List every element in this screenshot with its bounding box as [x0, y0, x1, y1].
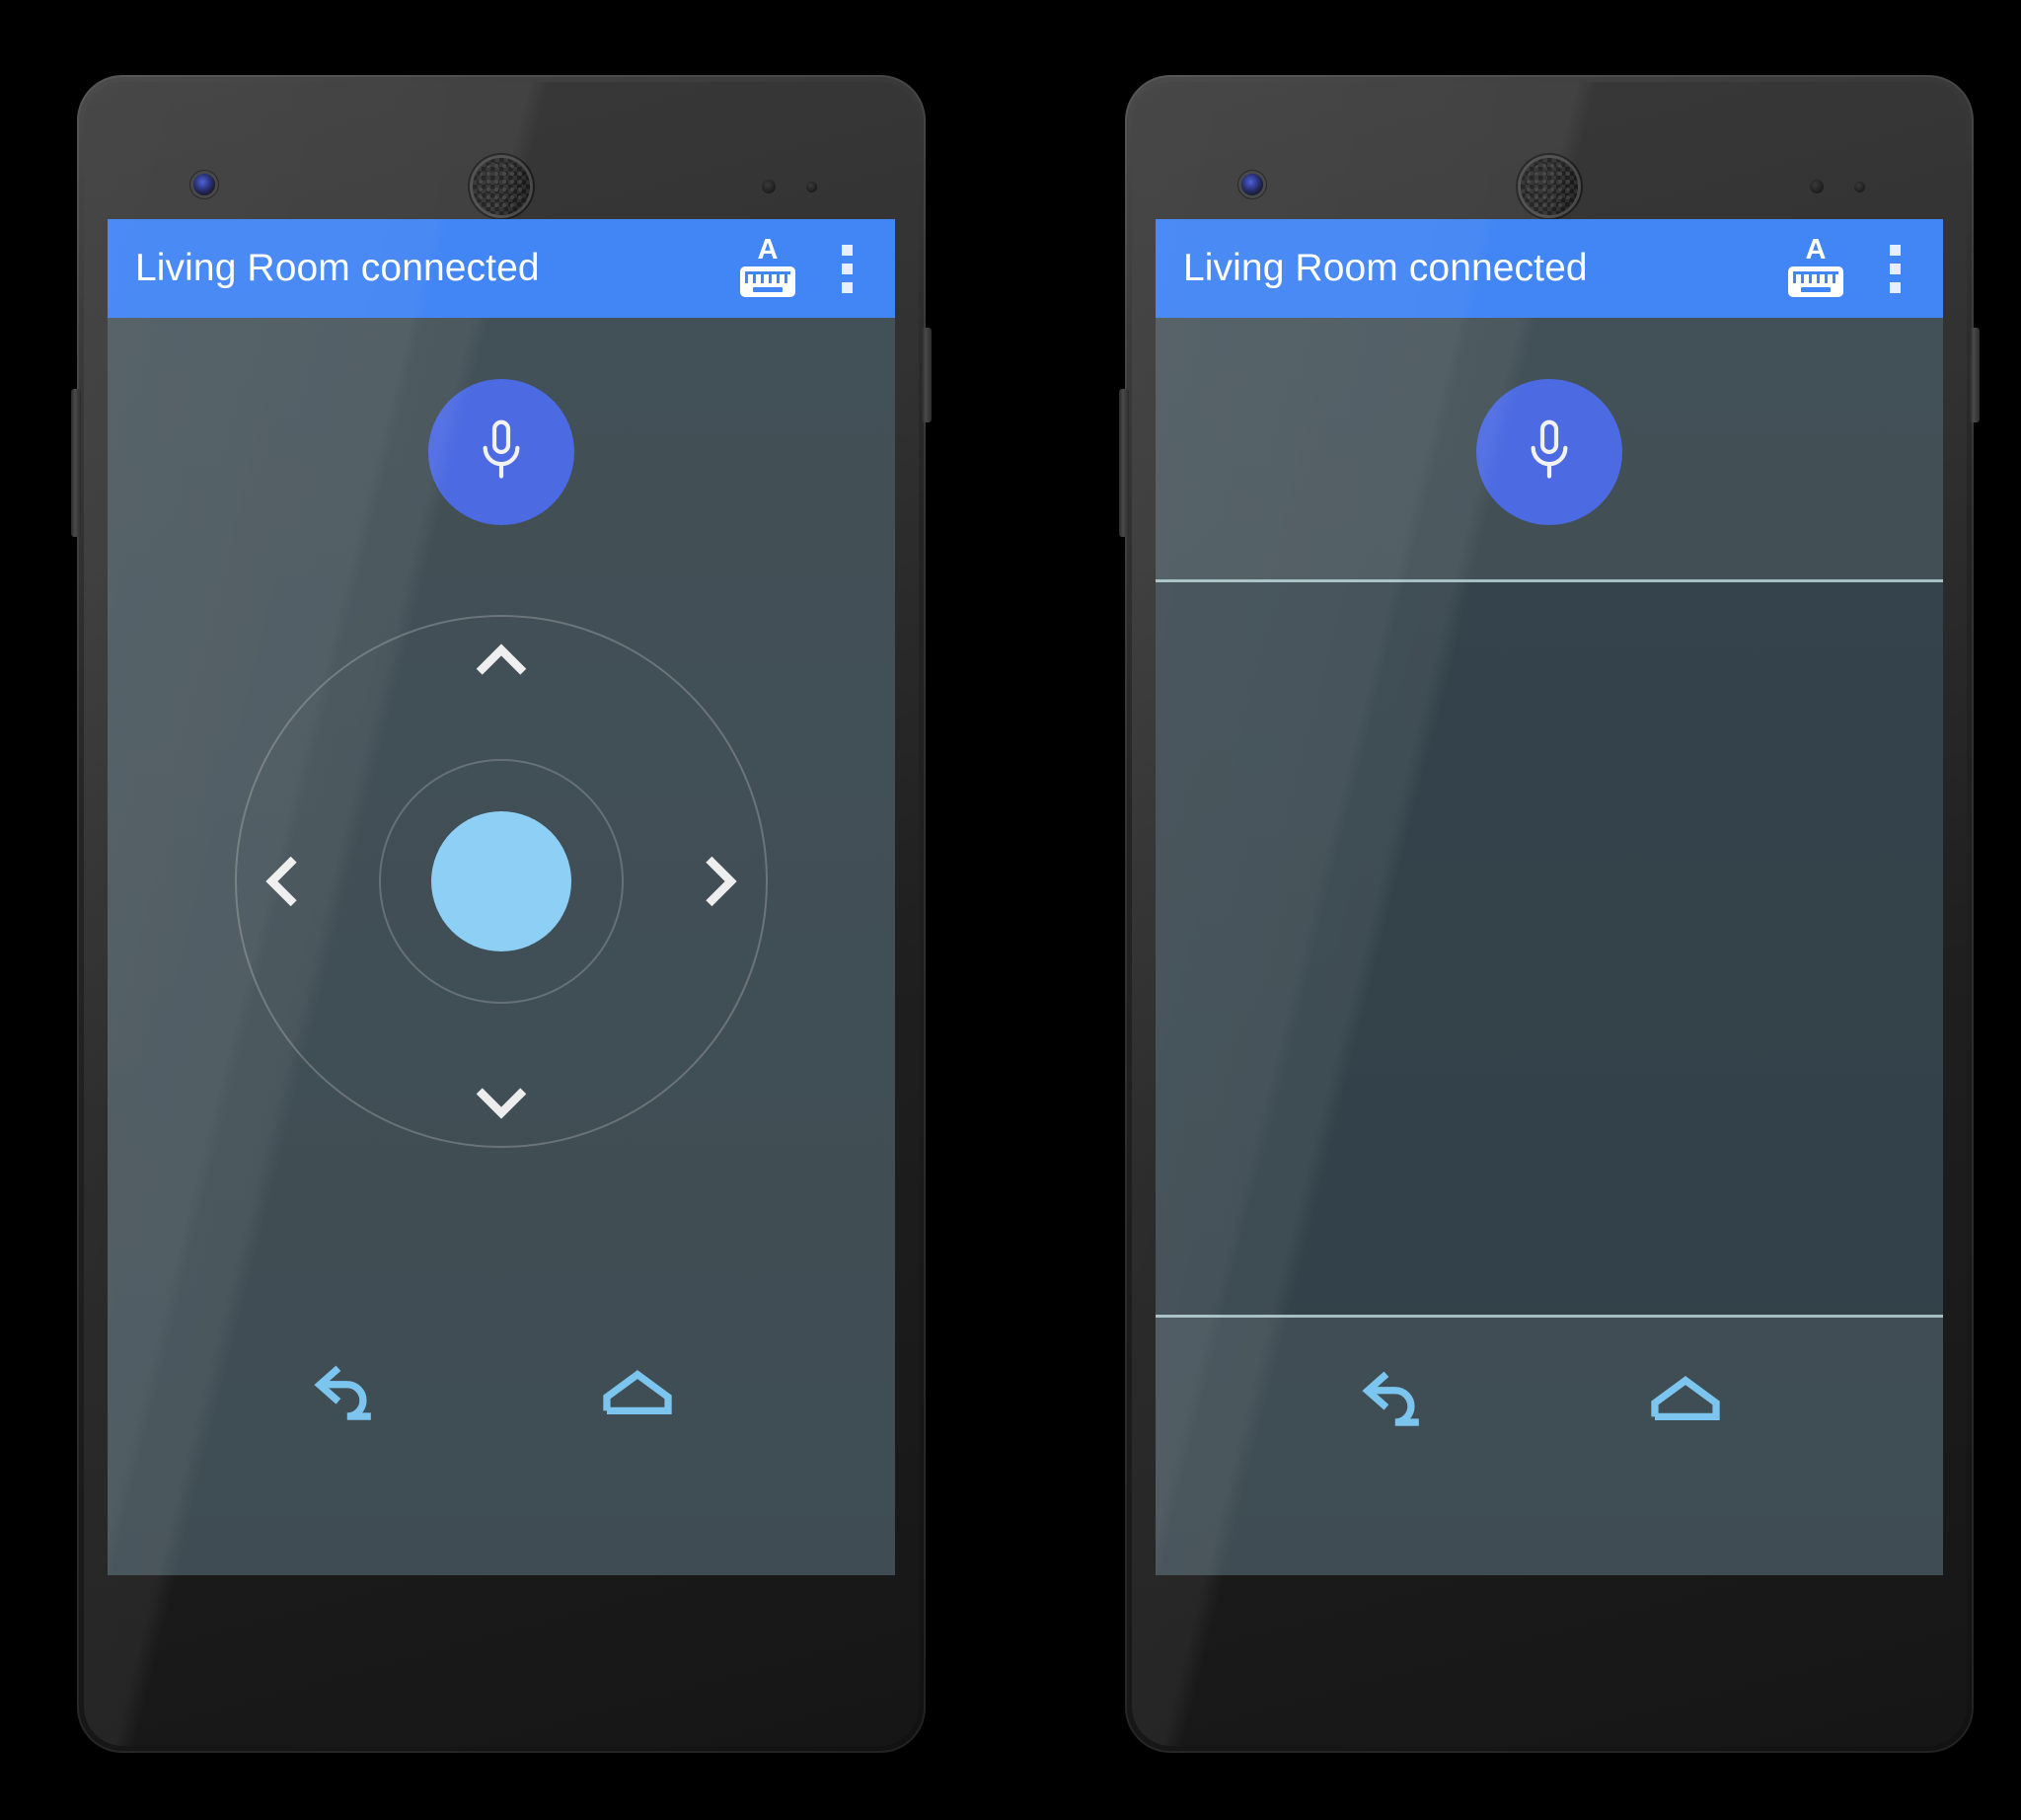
section-divider-bottom — [1156, 1315, 1943, 1318]
screenshot-stage: Living Room connected A Living Room conn… — [0, 0, 2021, 1820]
keyboard-icon-spacebar — [1801, 287, 1831, 292]
nav-section — [1156, 1318, 1943, 1491]
phone-screen-left: Living Room connected A — [108, 219, 895, 1575]
keyboard-icon-letter: A — [757, 234, 779, 265]
chevron-up-icon — [476, 644, 527, 675]
power-button[interactable] — [922, 328, 932, 422]
keyboard-button[interactable]: A — [725, 226, 810, 311]
phone-device-right: Living Room connected A — [1119, 75, 1980, 1753]
dpad-left-button[interactable] — [249, 849, 314, 914]
more-vert-icon — [1889, 244, 1901, 293]
keyboard-button[interactable]: A — [1773, 226, 1858, 311]
volume-rocker[interactable] — [71, 389, 81, 537]
remote-content-left — [108, 318, 895, 1575]
phone-device-left: Living Room connected A — [71, 75, 932, 1753]
chevron-down-icon — [476, 1088, 527, 1119]
keyboard-icon-letter: A — [1805, 234, 1827, 265]
back-arrow-icon — [1362, 1371, 1419, 1426]
keyboard-icon-spacebar — [753, 287, 783, 292]
app-bar-title: Living Room connected — [1183, 247, 1588, 289]
back-button[interactable] — [301, 1351, 410, 1434]
app-bar-actions: A — [1773, 226, 1939, 311]
overflow-button[interactable] — [1864, 226, 1925, 311]
dpad-down-button[interactable] — [469, 1071, 534, 1136]
touchpad-area[interactable] — [1156, 582, 1943, 1315]
keyboard-icon-body — [740, 266, 795, 297]
dpad-up-button[interactable] — [469, 627, 534, 692]
dpad-right-button[interactable] — [689, 849, 754, 914]
more-vert-icon — [841, 244, 853, 293]
overflow-button[interactable] — [816, 226, 877, 311]
back-arrow-icon — [314, 1365, 371, 1420]
back-button[interactable] — [1349, 1357, 1458, 1440]
front-camera-icon — [193, 174, 215, 195]
proximity-sensor-icon — [1810, 180, 1824, 193]
remote-content-right — [1156, 318, 1943, 1575]
proximity-sensor-icon — [762, 180, 776, 193]
earpiece-speaker-icon — [1521, 158, 1578, 215]
keyboard-icon: A — [740, 236, 795, 297]
voice-search-section — [108, 318, 895, 579]
microphone-icon — [483, 419, 520, 479]
home-icon — [1651, 1376, 1720, 1421]
section-divider-top — [1156, 579, 1943, 582]
bottom-filler — [1156, 1491, 1943, 1575]
nav-section — [108, 1312, 895, 1485]
dpad-select-button[interactable] — [431, 811, 571, 951]
app-bar-actions: A — [725, 226, 891, 311]
app-bar: Living Room connected A — [1156, 219, 1943, 318]
phone-bottom-hardware — [77, 1585, 926, 1753]
earpiece-speaker-icon — [473, 158, 530, 215]
keyboard-icon-body — [1788, 266, 1843, 297]
dpad-section — [108, 579, 895, 1312]
voice-search-button[interactable] — [428, 379, 574, 525]
dpad — [235, 615, 768, 1148]
phone-bottom-hardware — [1125, 1585, 1974, 1753]
app-bar: Living Room connected A — [108, 219, 895, 318]
bottom-filler — [108, 1485, 895, 1575]
microphone-icon — [1531, 419, 1568, 479]
power-button[interactable] — [1970, 328, 1980, 422]
phone-screen-right: Living Room connected A — [1156, 219, 1943, 1575]
chevron-right-icon — [706, 856, 737, 907]
app-bar-title: Living Room connected — [135, 247, 540, 289]
keyboard-icon: A — [1788, 236, 1843, 297]
home-button[interactable] — [583, 1351, 692, 1434]
light-sensor-icon — [806, 182, 817, 192]
chevron-left-icon — [265, 856, 297, 907]
home-button[interactable] — [1631, 1357, 1740, 1440]
light-sensor-icon — [1854, 182, 1865, 192]
front-camera-icon — [1241, 174, 1263, 195]
voice-search-button[interactable] — [1476, 379, 1622, 525]
volume-rocker[interactable] — [1119, 389, 1129, 537]
home-icon — [603, 1370, 672, 1415]
voice-search-section — [1156, 318, 1943, 579]
